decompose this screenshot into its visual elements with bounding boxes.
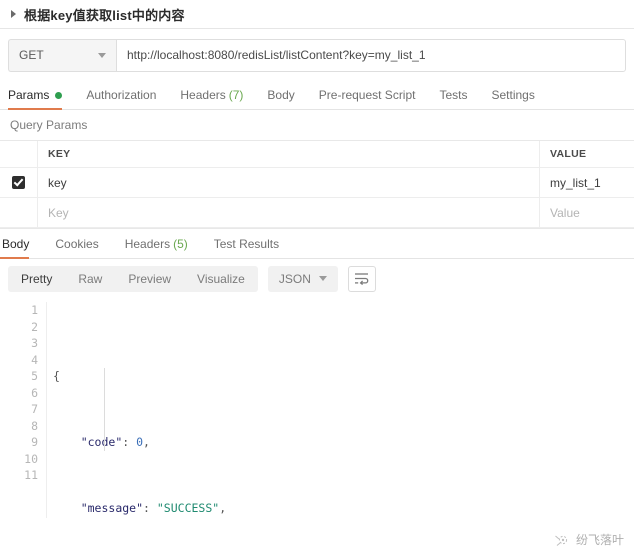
row-value-cell-empty[interactable]: Value [540, 198, 634, 227]
header-key-cell: KEY [38, 141, 540, 167]
triangle-right-icon[interactable] [8, 8, 20, 20]
view-raw-button[interactable]: Raw [65, 266, 115, 292]
code-line: { [53, 368, 634, 385]
view-preview-button[interactable]: Preview [115, 266, 184, 292]
tab-settings-label: Settings [491, 88, 535, 102]
header-checkbox-cell [0, 141, 38, 167]
code-line: "code": 0, [53, 434, 634, 451]
json-value-message: "SUCCESS" [156, 501, 220, 515]
column-header-key: KEY [48, 148, 71, 160]
table-header-row: KEY VALUE [0, 141, 634, 168]
tab-tests-label: Tests [439, 88, 468, 102]
response-tab-cookies-label: Cookies [55, 236, 99, 251]
json-colon: : [143, 501, 157, 515]
tab-authorization[interactable]: Authorization [74, 81, 168, 109]
row-checkbox-cell [0, 168, 38, 197]
line-number: 10 [24, 451, 38, 466]
sparkle-logo-icon [555, 535, 568, 546]
watermark-text: 纷飞落叶 [575, 533, 624, 547]
line-number: 2 [31, 319, 38, 334]
json-key-code: "code" [80, 435, 123, 449]
row-key-cell[interactable]: key [38, 168, 540, 197]
tab-body[interactable]: Body [255, 81, 306, 109]
response-tab-test-results[interactable]: Test Results [201, 229, 292, 258]
line-number: 6 [31, 385, 38, 400]
table-row[interactable]: key my_list_1 [0, 168, 634, 198]
json-code-content[interactable]: { "code": 0, "message": "SUCCESS", "data… [46, 302, 634, 518]
row-checkbox-cell-empty [0, 198, 38, 227]
response-tab-headers-count: (5) [173, 236, 188, 251]
tab-headers[interactable]: Headers (7) [168, 81, 255, 109]
chevron-down-icon [98, 52, 106, 58]
http-method-label: GET [19, 48, 44, 62]
tab-params[interactable]: Params [8, 81, 74, 110]
view-pretty-button[interactable]: Pretty [8, 266, 65, 292]
query-params-table: KEY VALUE key my_list_1 Key Value [0, 140, 634, 228]
view-visualize-button[interactable]: Visualize [184, 266, 258, 292]
response-language-label: JSON [278, 271, 311, 286]
table-row[interactable]: Key Value [0, 198, 634, 228]
tab-headers-label: Headers [180, 88, 226, 102]
response-tab-headers[interactable]: Headers (5) [112, 229, 201, 258]
request-url-row: GET http://localhost:8080/redisList/list… [0, 29, 634, 81]
line-number: 7 [31, 402, 38, 416]
json-colon: : [122, 435, 137, 449]
param-enabled-checkbox[interactable] [12, 176, 25, 189]
tab-settings[interactable]: Settings [480, 81, 547, 109]
word-wrap-button[interactable] [347, 265, 376, 292]
query-params-label: Query Params [10, 118, 88, 132]
http-method-select[interactable]: GET [8, 38, 116, 72]
line-number: 5 [31, 369, 38, 383]
tab-pre-request-script[interactable]: Pre-request Script [307, 81, 428, 109]
json-comma: , [219, 501, 227, 515]
param-key-placeholder: Key [48, 205, 69, 220]
line-number: 3 [31, 336, 38, 350]
line-number: 1 [31, 303, 38, 317]
line-number: 4 [31, 352, 38, 367]
response-tab-body[interactable]: Body [0, 229, 42, 259]
tab-params-label: Params [8, 88, 50, 102]
indent-guide [104, 368, 105, 451]
view-mode-group: Pretty Raw Preview Visualize [8, 265, 258, 292]
line-number: 9 [31, 435, 38, 449]
word-wrap-icon [355, 273, 369, 285]
param-value-value: my_list_1 [550, 175, 601, 190]
json-comma: , [143, 435, 150, 449]
tab-pre-request-script-label: Pre-request Script [318, 88, 416, 102]
response-format-toolbar: Pretty Raw Preview Visualize JSON [0, 259, 634, 298]
line-number: 11 [24, 468, 38, 482]
request-url-input[interactable]: http://localhost:8080/redisList/listCont… [116, 38, 626, 72]
line-number-gutter: 1 2 3 4 5 6 7 8 9 10 11 [0, 302, 46, 518]
tab-headers-count: (7) [228, 88, 244, 102]
code-line: "message": "SUCCESS", [53, 500, 634, 517]
column-header-value: VALUE [550, 148, 587, 160]
response-tab-headers-label: Headers [124, 236, 171, 251]
request-tab-bar: Params Authorization Headers (7) Body Pr… [0, 81, 634, 110]
line-number: 8 [31, 418, 38, 433]
response-language-select[interactable]: JSON [267, 265, 338, 292]
param-key-value: key [48, 175, 67, 190]
response-tab-test-results-label: Test Results [213, 236, 280, 251]
page-title: 根据key值获取list中的内容 [24, 7, 185, 23]
response-body-viewer[interactable]: 1 2 3 4 5 6 7 8 9 10 11 { "code": 0, "me… [0, 298, 634, 518]
json-brace-open: { [53, 369, 60, 383]
row-value-cell[interactable]: my_list_1 [540, 168, 634, 197]
json-value-code: 0 [136, 435, 144, 449]
params-modified-dot-icon [55, 91, 63, 99]
row-key-cell-empty[interactable]: Key [38, 198, 540, 227]
response-tab-bar: Body Cookies Headers (5) Test Results [0, 228, 634, 259]
header-value-cell: VALUE [540, 141, 634, 167]
watermark: 纷飞落叶 [555, 531, 624, 548]
request-title-bar: 根据key值获取list中的内容 [0, 0, 634, 29]
tab-tests[interactable]: Tests [427, 81, 479, 109]
response-tab-body-label: Body [2, 236, 30, 251]
tab-authorization-label: Authorization [86, 88, 157, 102]
param-value-placeholder: Value [550, 205, 580, 220]
chevron-down-icon [318, 276, 327, 281]
response-tab-cookies[interactable]: Cookies [42, 229, 111, 258]
tab-body-label: Body [267, 88, 295, 102]
json-key-message: "message" [80, 501, 144, 515]
